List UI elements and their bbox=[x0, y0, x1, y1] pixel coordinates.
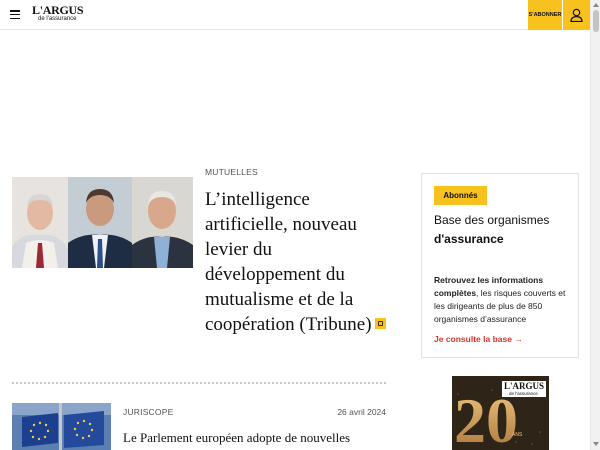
lead-article-title[interactable]: L’intelligence artificielle, nouveau lev… bbox=[205, 187, 390, 337]
anniversary-suffix: ANS bbox=[512, 432, 523, 438]
vertical-scrollbar[interactable] bbox=[590, 0, 600, 450]
hamburger-menu-icon[interactable] bbox=[10, 10, 20, 20]
scrollbar-thumb[interactable] bbox=[593, 10, 599, 32]
second-article-image[interactable] bbox=[12, 403, 111, 450]
lead-article-category[interactable]: MUTUELLES bbox=[205, 167, 258, 177]
consult-database-link-label[interactable]: Je consulte la base bbox=[434, 334, 512, 344]
eu-flags-photo bbox=[12, 403, 111, 450]
scroll-up-arrow-icon[interactable] bbox=[593, 3, 599, 7]
subscriber-promo-box: Abonnés Base des organismes d'assurance … bbox=[421, 173, 579, 358]
site-logo[interactable]: L'ARGUS de l'assurance bbox=[32, 3, 84, 26]
portrait-left bbox=[12, 177, 68, 268]
second-article-category[interactable]: JURISCOPE bbox=[123, 407, 173, 417]
second-article-date: 26 avril 2024 bbox=[337, 407, 386, 417]
user-icon bbox=[570, 8, 583, 22]
promo-title-line1: Base des organismes bbox=[434, 213, 550, 227]
ad-logo-tagline: de l'assurance bbox=[509, 391, 538, 396]
subscribe-button[interactable]: S'ABONNER bbox=[528, 0, 562, 30]
logo-tagline: de l'assurance bbox=[38, 16, 77, 22]
promo-description: Retrouvez les informations complètes, le… bbox=[434, 274, 574, 326]
ad-logo: L'ARGUS de l'assurance bbox=[502, 381, 546, 397]
portrait-right bbox=[132, 177, 193, 268]
promo-title-line2: d'assurance bbox=[434, 232, 504, 246]
anniversary-ad-banner[interactable]: 20 ANS L'ARGUS de l'assurance bbox=[452, 376, 549, 450]
subscriber-badge: Abonnés bbox=[434, 186, 487, 205]
account-button[interactable] bbox=[563, 0, 590, 30]
second-article-title[interactable]: Le Parlement européen adopte de nouvelle… bbox=[123, 430, 393, 446]
consult-database-link[interactable]: Je consulte la base → bbox=[434, 334, 523, 344]
logo-wordmark: L'ARGUS bbox=[32, 3, 84, 17]
ad-logo-wordmark: L'ARGUS bbox=[504, 381, 545, 391]
arrow-right-icon: → bbox=[514, 334, 523, 344]
top-header: L'ARGUS de l'assurance S'ABONNER bbox=[0, 0, 600, 30]
article-divider bbox=[12, 382, 386, 384]
scroll-down-arrow-icon[interactable] bbox=[593, 442, 599, 446]
lead-article-title-text[interactable]: L’intelligence artificielle, nouveau lev… bbox=[205, 189, 372, 335]
lead-article-image[interactable] bbox=[12, 177, 193, 268]
subscriber-lock-icon bbox=[374, 318, 386, 330]
portrait-center bbox=[68, 177, 132, 268]
